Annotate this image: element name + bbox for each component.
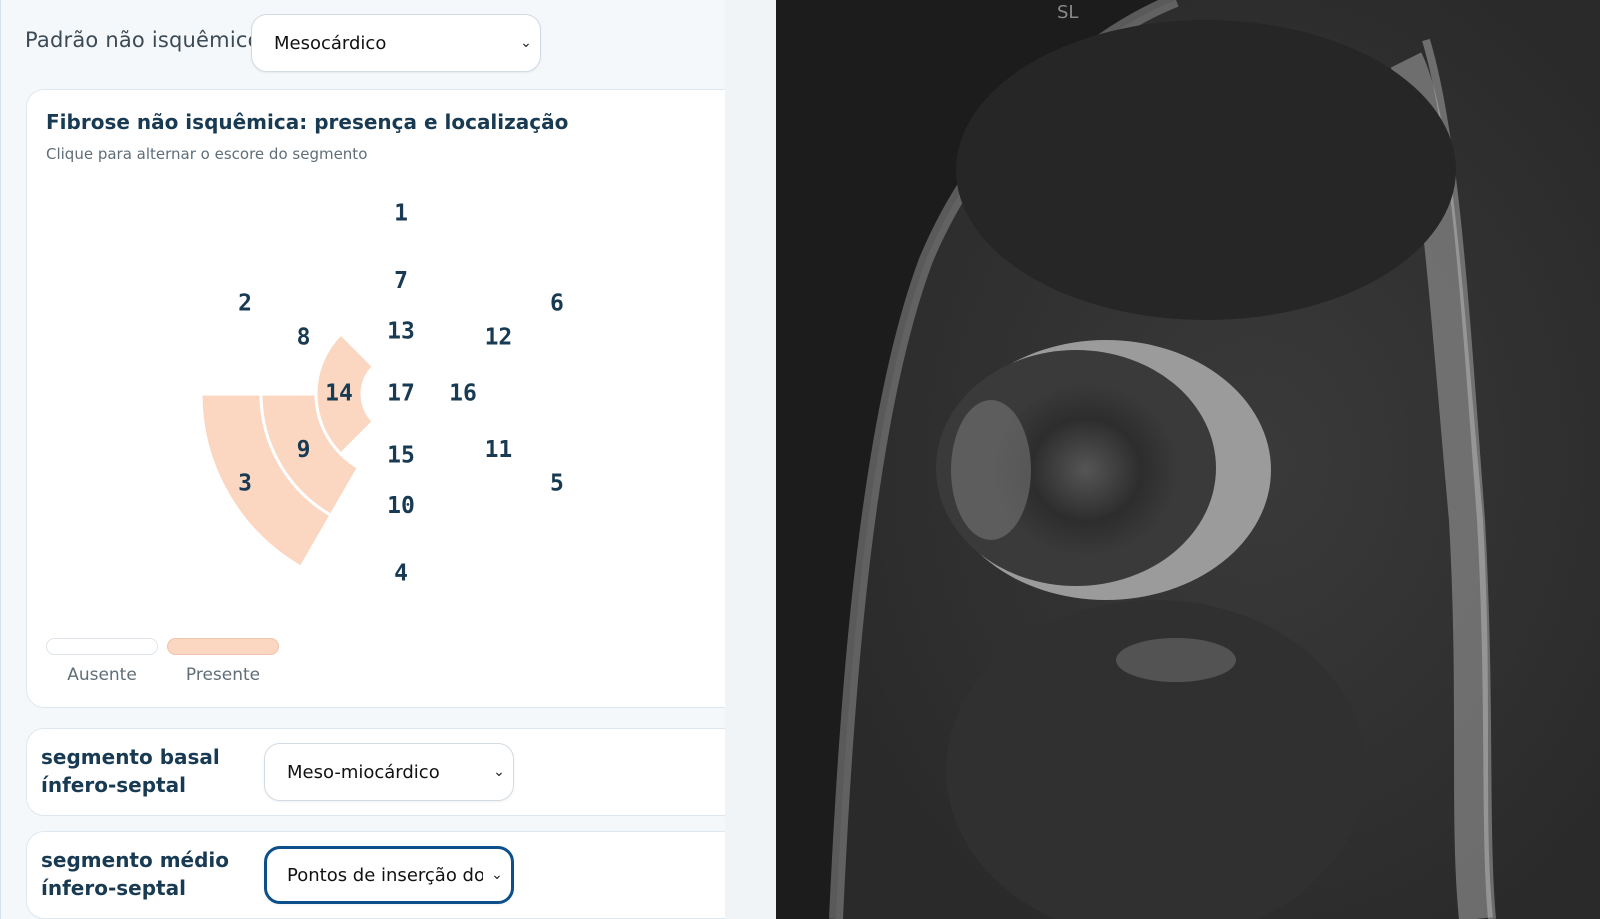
upper-tissue [956,20,1456,320]
mri-viewer[interactable]: SL [776,0,1600,919]
chevron-down-icon: ⌄ [491,867,503,883]
segment-select-medio-value: Pontos de inserção do ve [287,864,483,886]
segment-number-15: 15 [387,443,415,469]
segment-number-10: 10 [387,493,415,519]
bullseye-diagram: 1728394105116121314151617 [199,192,603,596]
form-panel: Padrão não isquêmico Mesocárdico ⌄ Fibro… [0,0,726,919]
organ-highlight [1116,638,1236,682]
pattern-label: Padrão não isquêmico [25,28,261,52]
segment-select-basal[interactable]: Meso-miocárdico ⌄ [264,743,514,801]
pattern-select[interactable]: Mesocárdico ⌄ [251,14,541,72]
segment-row-medio: segmento médio ínfero-septal Pontos de i… [26,831,725,919]
chevron-down-icon: ⌄ [493,764,505,780]
segment-number-17: 17 [387,381,415,407]
legend-label-present: Presente [185,665,261,685]
segment-select-medio[interactable]: Pontos de inserção do ve ⌄ [264,846,514,904]
pattern-select-value: Mesocárdico [274,32,387,54]
segment-number-8: 8 [297,324,311,350]
segment-number-9: 9 [297,437,311,463]
segment-number-6: 6 [550,291,564,317]
segment-number-3: 3 [238,471,252,497]
chevron-down-icon: ⌄ [520,35,532,51]
segment-number-7: 7 [394,268,408,294]
segment-row-basal: segmento basal ínfero-septal Meso-miocár… [26,728,725,816]
segment-number-1: 1 [394,201,408,227]
segment-title-medio: segmento médio ínfero-septal [41,848,230,900]
rv-cavity [951,400,1031,540]
fibrose-card: Fibrose não isquêmica: presença e locali… [26,89,725,708]
segment-title-basal: segmento basal ínfero-septal [41,745,220,797]
legend-swatch-absent [46,638,158,655]
segment-number-14: 14 [325,381,353,407]
segment-number-4: 4 [394,561,408,587]
segment-number-12: 12 [485,324,513,350]
mri-image [829,0,1600,919]
segment-number-5: 5 [550,471,564,497]
legend-swatch-present [167,638,279,655]
viewer-orientation-label: SL [1057,2,1079,23]
segment-number-2: 2 [238,291,252,317]
legend-label-absent: Ausente [67,665,137,685]
panel-divider [725,0,776,919]
segment-number-13: 13 [387,319,415,345]
segment-number-11: 11 [485,437,513,463]
segment-number-16: 16 [449,381,477,407]
segment-select-basal-value: Meso-miocárdico [287,761,440,783]
